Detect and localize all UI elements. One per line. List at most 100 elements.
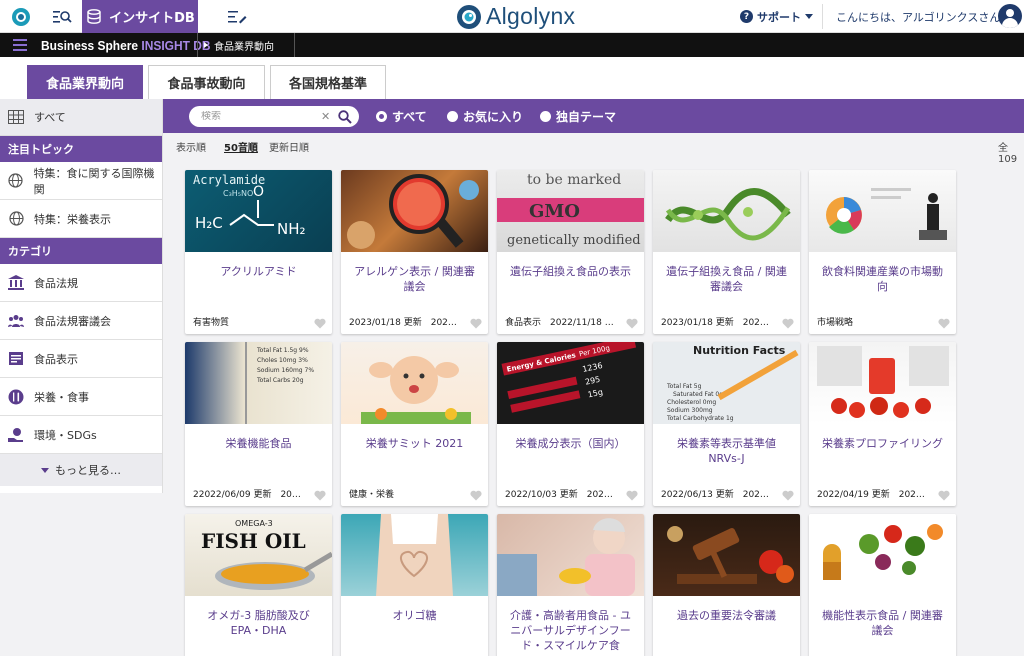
thumbnail-image: Total Fat 1.5g 9% Choles 10mg 3% Sodium … [185, 342, 332, 424]
algolynx-logo[interactable]: Algolynx [456, 3, 575, 30]
tab-strip: 食品業界動向 食品事故動向 各国規格基準 [0, 57, 1024, 99]
thumbnail-image [497, 514, 644, 596]
brand-title: Business Sphere INSIGHT DB [41, 38, 210, 53]
user-avatar-icon[interactable] [998, 4, 1022, 28]
card-nrvs-j[interactable]: Nutrition Facts Total Fat 5g Saturated F… [653, 342, 800, 506]
thumbnail-image [653, 514, 800, 596]
sidebar-item-label: 特集：食に関する国際機関 [33, 166, 155, 196]
card-title: 介護・高齢者用食品 - ユニバーサルデザインフード・スマイルケア食 [510, 609, 631, 652]
card-meta: 2022/04/19 更新 202… [817, 490, 925, 500]
show-more-button[interactable]: もっと見る… [0, 454, 162, 486]
sidebar-item-environment-sdgs[interactable]: 環境・SDGs [0, 416, 162, 454]
sidebar-item-international-orgs[interactable]: 特集：食に関する国際機関 [0, 162, 162, 200]
thumb-text: 295 [584, 375, 601, 387]
tab-industry-trends[interactable]: 食品業界動向 [27, 65, 143, 99]
sidebar-item-nutrition-labeling[interactable]: 特集：栄養表示 [0, 200, 162, 238]
sidebar-item-food-labeling[interactable]: 食品表示 [0, 340, 162, 378]
list-edit-button[interactable] [218, 0, 256, 33]
thumbnail-image [341, 514, 488, 596]
card-nutrition-summit[interactable]: 栄養サミット 2021 健康・栄養 [341, 342, 488, 506]
search-list-button[interactable] [41, 0, 82, 33]
radio-icon [540, 111, 551, 122]
thumb-text: Saturated Fat 0g [673, 391, 723, 398]
card-past-regulation-review[interactable]: 過去の重要法令審議 [653, 514, 800, 656]
search-icon[interactable] [338, 109, 352, 124]
sidebar-item-nutrition-diet[interactable]: 栄養・食事 [0, 378, 162, 416]
card-title: 機能性表示食品 / 関連審議会 [822, 609, 943, 637]
tab-standards[interactable]: 各国規格基準 [270, 65, 386, 99]
globe-icon [8, 211, 24, 227]
sort-label: 表示順 [176, 143, 206, 154]
search-input[interactable] [201, 111, 317, 122]
card-meta: 2023/01/18 更新 202… [349, 318, 457, 328]
card-nutrient-profiling[interactable]: 栄養素プロファイリング 2022/04/19 更新 202… [809, 342, 956, 506]
logo-text: Algolynx [486, 3, 576, 29]
filter-favorites-radio[interactable]: お気に入り [447, 108, 523, 125]
card-meta: 市場戦略 [817, 318, 854, 328]
heart-icon[interactable] [938, 318, 950, 329]
breadcrumb: 食品業界動向 [204, 33, 274, 57]
card-nutrition-facts-domestic[interactable]: Energy & Calories Per 100g 1236 295 15g … [497, 342, 644, 506]
card-allergen[interactable]: アレルゲン表示 / 関連審議会 2023/01/18 更新 202… [341, 170, 488, 334]
card-functional-claim-foods[interactable]: 機能性表示食品 / 関連審議会 [809, 514, 956, 656]
card-gmo-labeling[interactable]: to be marked GMO genetically modified 遺伝… [497, 170, 644, 334]
heart-icon[interactable] [782, 490, 794, 501]
search-box: ✕ [189, 106, 359, 127]
filter-label: お気に入り [463, 110, 524, 124]
card-gmo-council[interactable]: 遺伝子組換え食品 / 関連審議会 2023/01/18 更新 202… [653, 170, 800, 334]
heart-icon[interactable] [626, 318, 638, 329]
hamburger-menu-icon[interactable] [13, 39, 27, 51]
thumbnail-image: to be marked GMO genetically modified [497, 170, 644, 252]
heart-icon[interactable] [314, 318, 326, 329]
heart-icon[interactable] [626, 490, 638, 501]
card-acrylamide[interactable]: Acrylamide C₃H₅NO H₂C O NH₂ アクリルアミド 有害物質 [185, 170, 332, 334]
sort-alphabetical[interactable]: 50音順 [224, 139, 258, 154]
thumb-text: 15g [587, 387, 604, 399]
card-meta: 2022/06/13 更新 202… [661, 490, 769, 500]
support-label: サポート [757, 10, 801, 24]
heart-icon[interactable] [470, 318, 482, 329]
sidebar-item-food-law-council[interactable]: 食品法規審議会 [0, 302, 162, 340]
card-title: 過去の重要法令審議 [677, 609, 776, 622]
filter-custom-themes-radio[interactable]: 独自テーマ [540, 108, 616, 125]
card-elderly-care-food[interactable]: 介護・高齢者用食品 - ユニバーサルデザインフード・スマイルケア食 [497, 514, 644, 656]
heart-icon[interactable] [470, 490, 482, 501]
card-title: 栄養機能食品 [225, 437, 292, 450]
home-button[interactable] [0, 0, 41, 33]
insight-db-button[interactable]: インサイトDB [82, 0, 198, 33]
card-oligosaccharide[interactable]: オリゴ糖 [341, 514, 488, 656]
heart-icon[interactable] [938, 490, 950, 501]
card-title: オメガ-3 脂肪酸及び EPA・DHA [207, 609, 310, 637]
card-nutrient-function-foods[interactable]: Total Fat 1.5g 9% Choles 10mg 3% Sodium … [185, 342, 332, 506]
tab-label: 各国規格基準 [288, 77, 367, 92]
tab-accident-trends[interactable]: 食品事故動向 [148, 65, 265, 99]
thumb-text: to be marked [527, 172, 621, 188]
thumbnail-image: Energy & Calories Per 100g 1236 295 15g [497, 342, 644, 424]
heart-icon[interactable] [782, 318, 794, 329]
label-document-icon [8, 351, 24, 367]
thumbnail-image [809, 342, 956, 424]
card-market-trends[interactable]: 飲食料関連産業の市場動向 市場戦略 [809, 170, 956, 334]
card-title: オリゴ糖 [392, 609, 437, 622]
heart-icon[interactable] [314, 490, 326, 501]
card-omega3[interactable]: OMEGA-3 FISH OIL オメガ-3 脂肪酸及び EPA・DHA [185, 514, 332, 656]
thumbnail-image: OMEGA-3 FISH OIL [185, 514, 332, 596]
sidebar-item-label: 食品法規 [34, 276, 78, 290]
sidebar-item-food-law[interactable]: 食品法規 [0, 264, 162, 302]
chevron-down-icon [805, 13, 813, 19]
top-navbar: インサイトDB Algolynx ? サポート こんにちは、アルゴリンクスさん [0, 0, 1024, 33]
clear-icon[interactable]: ✕ [321, 110, 330, 123]
sidebar-item-all[interactable]: すべて [0, 99, 162, 136]
card-meta: 22022/06/09 更新 20… [193, 490, 301, 500]
user-menu[interactable]: こんにちは、アルゴリンクスさん [836, 0, 1013, 33]
sort-updated[interactable]: 更新日順 [269, 139, 309, 154]
section-heading-category: カテゴリ [0, 238, 162, 264]
sidebar-item-label: 環境・SDGs [34, 428, 97, 442]
globe-logo-icon [11, 7, 30, 26]
group-icon [8, 313, 24, 329]
thumb-text: 1236 [582, 361, 604, 374]
thumbnail-image [653, 170, 800, 252]
filter-all-radio[interactable]: すべて [376, 108, 427, 125]
tab-label: 食品業界動向 [45, 77, 124, 92]
support-menu[interactable]: ? サポート [740, 0, 813, 33]
